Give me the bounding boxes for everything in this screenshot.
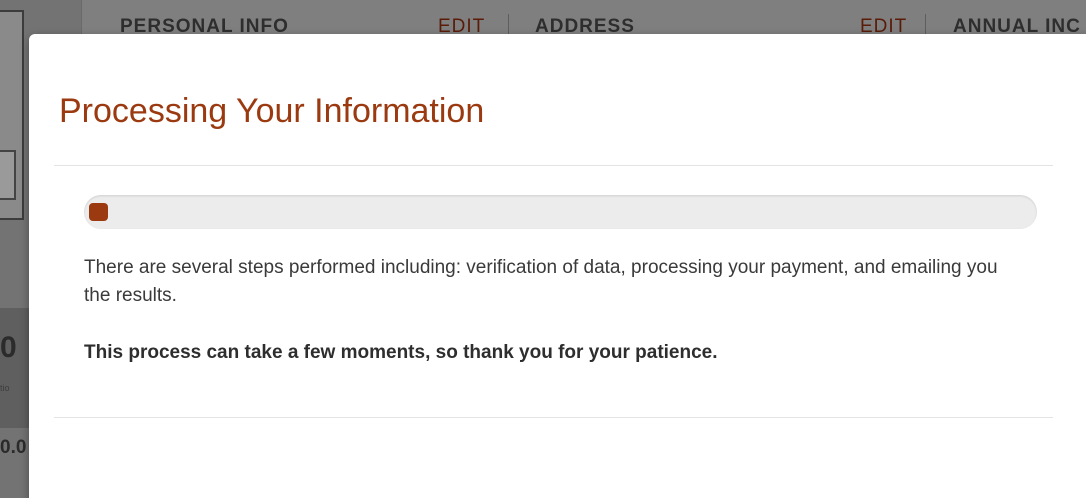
background-amount-fragment: 0 <box>0 331 17 364</box>
column-divider <box>508 14 509 36</box>
progress-bar <box>84 195 1037 229</box>
background-section-header-bar: PERSONAL INFO EDIT ADDRESS EDIT ANNUAL I… <box>82 0 1086 37</box>
background-caption-fragment: tio <box>0 383 10 393</box>
progress-bar-fill <box>89 203 109 221</box>
modal-title: Processing Your Information <box>59 92 485 130</box>
modal-footer-divider <box>54 417 1053 418</box>
modal-description: There are several steps performed includ… <box>84 257 998 306</box>
background-left-inner-box <box>0 150 16 200</box>
column-divider <box>925 14 926 36</box>
processing-modal: Processing Your Information There are se… <box>29 34 1086 498</box>
background-money-fragment: 0.0 <box>0 437 27 458</box>
modal-patience-message: This process can take a few moments, so … <box>84 342 718 363</box>
